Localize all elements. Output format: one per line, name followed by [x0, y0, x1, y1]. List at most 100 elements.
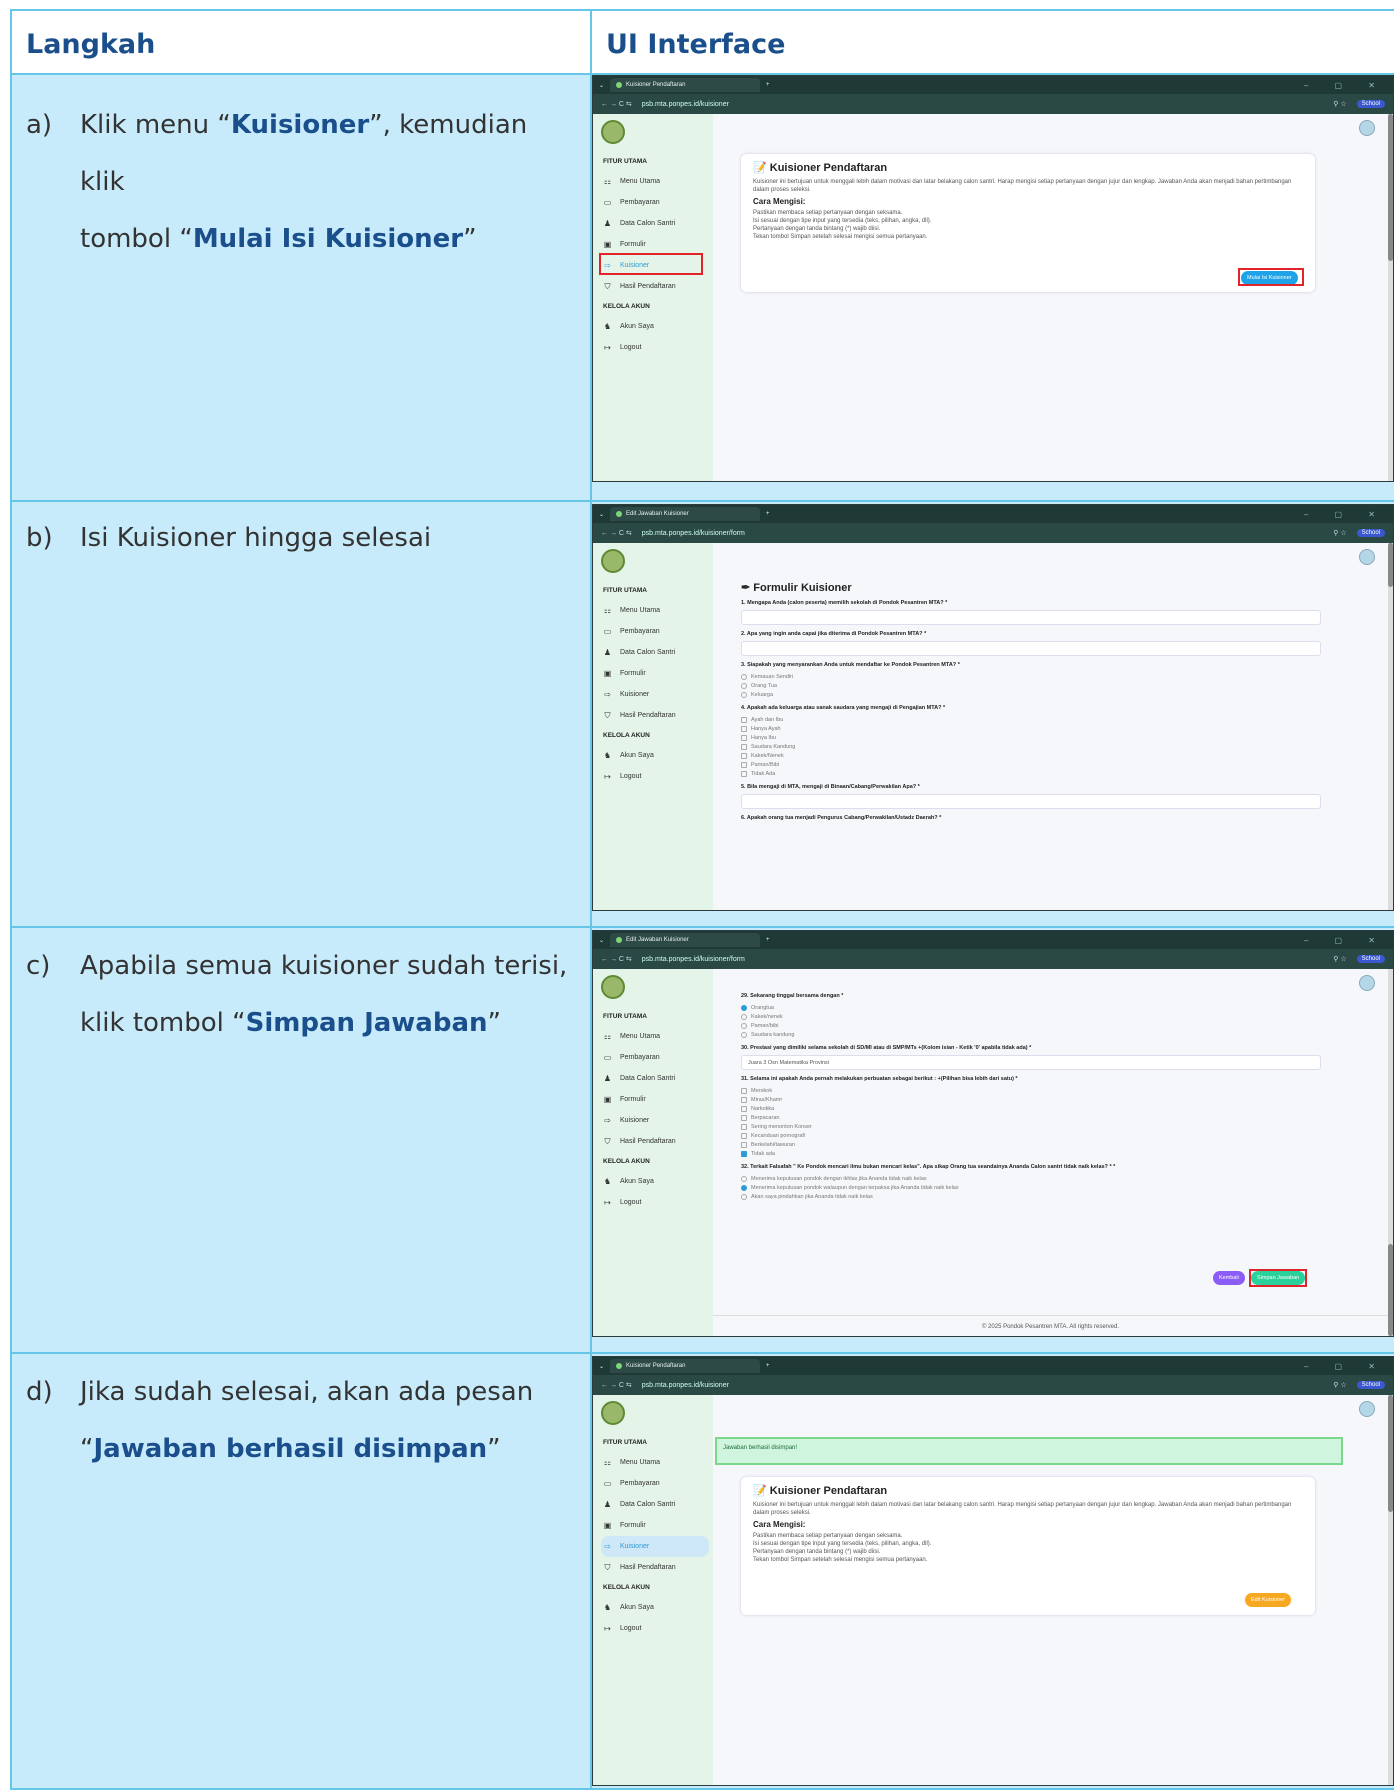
logo-icon [601, 120, 625, 144]
card-icon: ▭ [603, 1479, 612, 1488]
sidebar-item-kuisioner[interactable]: ⇨ Kuisioner [601, 684, 709, 705]
sidebar: FITUR UTAMA ⚏ Menu Utama ▭ Pembayaran ♟ Dat… [593, 1395, 713, 1785]
chevron-down-icon[interactable]: ⌄ [599, 1363, 604, 1370]
sidebar-item-pembayaran[interactable]: ▭ Pembayaran [601, 192, 709, 213]
sidebar-item-formulir[interactable]: ▣ Formulir [601, 663, 709, 684]
sidebar-item-hasil[interactable]: ⛉ Hasil Pendaftaran [601, 276, 709, 297]
logout-icon: ↦ [604, 1198, 611, 1207]
sidebar-item-logout[interactable]: ↦ Logout [601, 1192, 709, 1213]
url-bar[interactable]: psb.mta.ponpes.id/kuisioner [642, 101, 1324, 108]
chevron-down-icon[interactable]: ⌄ [599, 82, 604, 89]
url-bar[interactable]: psb.mta.ponpes.id/kuisioner/form [642, 530, 1324, 537]
screenshot-a: ⌄ Kuisioner Pendaftaran + – ▢ ✕ ← → C ⇆ psb.… [592, 75, 1394, 482]
arrow-icon: ⇨ [604, 1116, 611, 1125]
q5-input[interactable] [741, 794, 1321, 809]
steps-table: Langkah UI Interface a) Klik menu “Kuisi… [10, 9, 1394, 1790]
users-icon: ♞ [603, 751, 612, 760]
id-card-icon: ▣ [603, 240, 612, 249]
sidebar-item-logout[interactable]: ↦ Logout [601, 337, 709, 358]
browser-tab[interactable]: Kuisioner Pendaftaran [610, 78, 761, 92]
header-ui-interface: UI Interface [606, 29, 786, 60]
profile-button[interactable]: School [1356, 100, 1385, 108]
sidebar-item-hasil[interactable]: ⛉ Hasil Pendaftaran [601, 1557, 709, 1578]
screenshot-d: ⌄ Kuisioner Pendaftaran + – ▢ ✕ ← → C ⇆ psb.… [592, 1356, 1394, 1786]
sidebar-item-pembayaran[interactable]: ▭ Pembayaran [601, 1047, 709, 1068]
step-c-text: c) Apabila semua kuisioner sudah terisi,… [10, 926, 592, 1354]
sidebar-item-menu-utama[interactable]: ⚏ Menu Utama [601, 1452, 709, 1473]
sidebar-item-menu-utama[interactable]: ⚏ Menu Utama [601, 171, 709, 192]
sidebar-item-logout[interactable]: ↦ Logout [601, 766, 709, 787]
sidebar-item-akun[interactable]: ♞ Akun Saya [601, 1171, 709, 1192]
sidebar-item-formulir[interactable]: ▣ Formulir [601, 234, 709, 255]
q2-input[interactable] [741, 641, 1321, 656]
highlight-save-button [1249, 1269, 1307, 1287]
sidebar-item-data[interactable]: ♟ Data Calon Santri [601, 1068, 709, 1089]
sidebar-item-kuisioner[interactable]: ⇨ Kuisioner [601, 1536, 709, 1557]
sidebar: FITUR UTAMA ⚏ Menu Utama ▭ Pembayaran ♟ Dat… [593, 543, 713, 910]
users-icon: ♞ [603, 322, 612, 331]
url-bar[interactable]: psb.mta.ponpes.id/kuisioner [642, 1382, 1324, 1389]
toolbar-icons[interactable]: ⚲ ☆ [1333, 100, 1346, 108]
success-alert: Jawaban berhasil disimpan! [715, 1437, 1343, 1465]
step-label: a) [26, 110, 53, 140]
sidebar-item-data[interactable]: ♟ Data Calon Santri [601, 642, 709, 663]
card-icon: ▭ [603, 198, 612, 207]
users-icon: ♞ [603, 1177, 612, 1186]
chevron-down-icon[interactable]: ⌄ [599, 511, 604, 518]
q30-input[interactable]: Juara 3 Osn Matematika Provinsi [741, 1055, 1321, 1070]
user-icon: ♟ [603, 1074, 612, 1083]
logout-icon: ↦ [604, 772, 611, 781]
screenshot-b: ⌄ Edit Jawaban Kuisioner + – ▢ ✕ ← → C ⇆ psb… [592, 504, 1394, 911]
sidebar-item-formulir[interactable]: ▣ Formulir [601, 1089, 709, 1110]
megaphone-icon: ⛉ [604, 1562, 611, 1572]
sidebar-item-pembayaran[interactable]: ▭ Pembayaran [601, 1473, 709, 1494]
step-b-text: b) Isi Kuisioner hingga selesai [10, 500, 592, 928]
browser-tab[interactable]: Edit Jawaban Kuisioner [610, 507, 761, 521]
sidebar-item-menu-utama[interactable]: ⚏ Menu Utama [601, 1026, 709, 1047]
sidebar-item-logout[interactable]: ↦ Logout [601, 1618, 709, 1639]
avatar[interactable] [1359, 120, 1375, 136]
header-langkah: Langkah [26, 29, 156, 60]
sidebar-item-akun[interactable]: ♞ Akun Saya [601, 1597, 709, 1618]
highlight-start-button [1238, 268, 1304, 286]
avatar[interactable] [1359, 1401, 1375, 1417]
url-bar[interactable]: psb.mta.ponpes.id/kuisioner/form [642, 956, 1324, 963]
intro-card: 📝 Kuisioner Pendaftaran Kuisioner ini be… [741, 154, 1315, 292]
sidebar-item-akun[interactable]: ♞ Akun Saya [601, 316, 709, 337]
id-card-icon: ▣ [603, 1521, 612, 1530]
id-card-icon: ▣ [603, 1095, 612, 1104]
chevron-down-icon[interactable]: ⌄ [599, 937, 604, 944]
highlight-kuisioner [599, 253, 703, 275]
new-tab-button[interactable]: + [766, 82, 770, 88]
logo-icon [601, 975, 625, 999]
sidebar-item-data[interactable]: ♟ Data Calon Santri [601, 1494, 709, 1515]
card-icon: ▭ [603, 627, 612, 636]
nav-icons[interactable]: ← → C ⇆ [601, 100, 632, 108]
users-icon: ♞ [603, 1603, 612, 1612]
edit-kuisioner-button[interactable]: Edit Kuisioner [1245, 1593, 1291, 1607]
sidebar-item-hasil[interactable]: ⛉ Hasil Pendaftaran [601, 1131, 709, 1152]
avatar[interactable] [1359, 975, 1375, 991]
avatar[interactable] [1359, 549, 1375, 565]
sidebar-item-formulir[interactable]: ▣ Formulir [601, 1515, 709, 1536]
dashboard-icon: ⚏ [603, 1032, 612, 1041]
sidebar-item-kuisioner[interactable]: ⇨ Kuisioner [601, 1110, 709, 1131]
q1-input[interactable] [741, 610, 1321, 625]
sidebar-item-akun[interactable]: ♞ Akun Saya [601, 745, 709, 766]
sidebar-item-pembayaran[interactable]: ▭ Pembayaran [601, 621, 709, 642]
sidebar-item-hasil[interactable]: ⛉ Hasil Pendaftaran [601, 705, 709, 726]
user-icon: ♟ [603, 1500, 612, 1509]
arrow-icon: ⇨ [604, 690, 611, 699]
sidebar-item-menu-utama[interactable]: ⚏ Menu Utama [601, 600, 709, 621]
id-card-icon: ▣ [603, 669, 612, 678]
sidebar-item-data[interactable]: ♟ Data Calon Santri [601, 213, 709, 234]
arrow-icon: ⇨ [604, 1542, 611, 1551]
intro-card: 📝 Kuisioner Pendaftaran Kuisioner ini be… [741, 1477, 1315, 1615]
window-controls[interactable]: – ▢ ✕ [1304, 81, 1393, 90]
logo-icon [601, 1401, 625, 1425]
sidebar: FITUR UTAMA ⚏ Menu Utama ▭ Pembayaran ♟ Dat… [593, 114, 713, 481]
back-button[interactable]: Kembali [1213, 1271, 1245, 1285]
dashboard-icon: ⚏ [603, 1458, 612, 1467]
megaphone-icon: ⛉ [604, 281, 611, 291]
user-icon: ♟ [603, 219, 612, 228]
